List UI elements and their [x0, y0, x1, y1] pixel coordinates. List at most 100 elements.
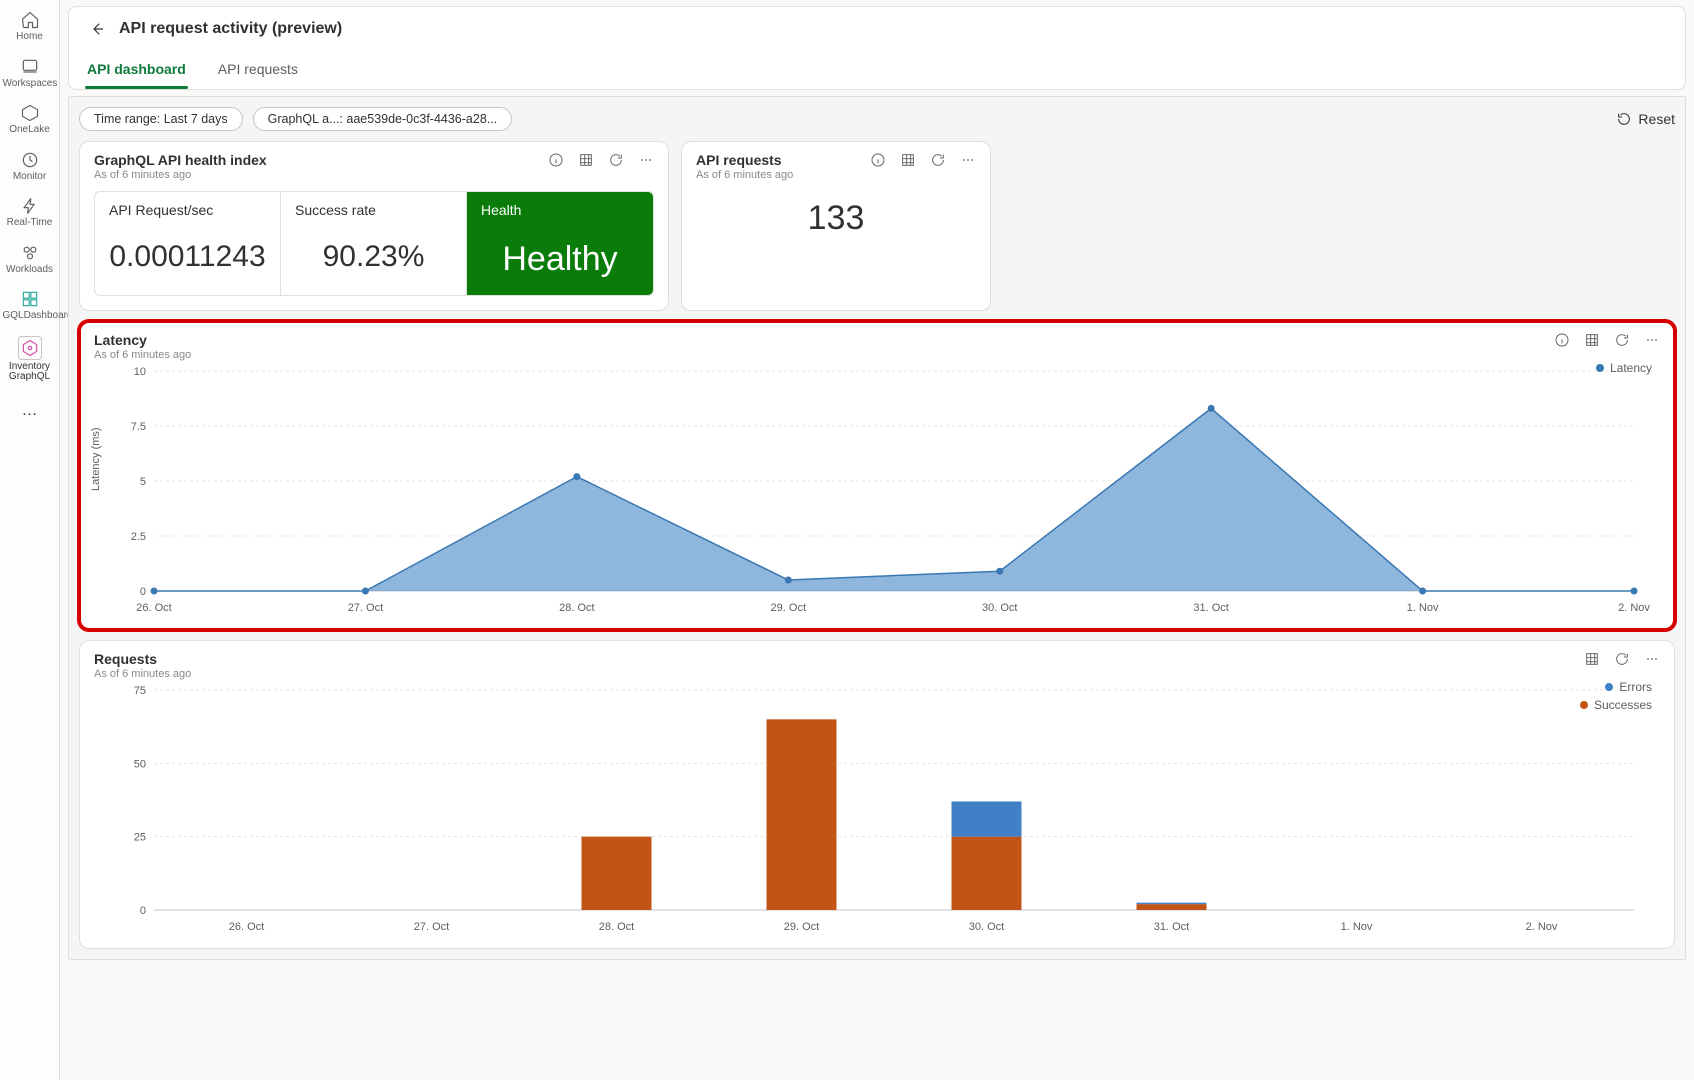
- svg-text:29. Oct: 29. Oct: [784, 921, 819, 933]
- nav-inventory-graphql-label: Inventory GraphQL: [3, 362, 57, 383]
- nav-gqldashboard-label: GQLDashboard: [3, 311, 57, 322]
- requests-legend: Errors Successes: [1580, 680, 1652, 716]
- svg-text:27. Oct: 27. Oct: [348, 602, 383, 614]
- card-api-requests-subtitle: As of 6 minutes ago: [696, 169, 793, 181]
- table-icon[interactable]: [900, 152, 916, 168]
- requests-subtitle: As of 6 minutes ago: [94, 668, 191, 680]
- svg-text:50: 50: [134, 758, 146, 770]
- nav-onelake[interactable]: OneLake: [0, 99, 59, 140]
- nav-workloads-label: Workloads: [6, 265, 53, 276]
- header-tabs: API dashboard API requests: [85, 51, 1669, 89]
- workspaces-icon: [20, 57, 40, 77]
- onelake-icon: [20, 103, 40, 123]
- requests-legend-successes: Successes: [1594, 698, 1652, 712]
- more-icon[interactable]: [960, 152, 976, 168]
- svg-text:28. Oct: 28. Oct: [599, 921, 634, 933]
- page-header: API request activity (preview) API dashb…: [68, 6, 1686, 90]
- arrow-left-icon: [88, 20, 106, 38]
- inventory-graphql-icon: [20, 338, 40, 358]
- card-health-index: GraphQL API health index As of 6 minutes…: [79, 141, 669, 311]
- svg-text:75: 75: [134, 685, 146, 697]
- svg-text:30. Oct: 30. Oct: [969, 921, 1004, 933]
- nav-realtime[interactable]: Real-Time: [0, 192, 59, 233]
- svg-text:25: 25: [134, 832, 146, 844]
- kpi-success-rate: Success rate 90.23%: [281, 192, 467, 295]
- svg-text:26. Oct: 26. Oct: [136, 602, 171, 614]
- nav-workspaces-label: Workspaces: [3, 79, 57, 90]
- kpi-success-value: 90.23%: [295, 240, 452, 274]
- kpi-req-sec: API Request/sec 0.00011243: [95, 192, 281, 295]
- tab-api-requests[interactable]: API requests: [216, 51, 300, 89]
- filter-graphql-app[interactable]: GraphQL a...: aae539de-0c3f-4436-a28...: [253, 107, 513, 131]
- filter-time-range[interactable]: Time range: Last 7 days: [79, 107, 243, 131]
- kpi-health-label: Health: [481, 202, 639, 218]
- info-icon[interactable]: [870, 152, 886, 168]
- card-requests-chart: Requests As of 6 minutes ago Errors Succ…: [79, 640, 1675, 949]
- latency-chart-wrap: Latency Latency (ms) 02.557.51026. Oct27…: [94, 361, 1660, 621]
- svg-text:7.5: 7.5: [131, 421, 146, 433]
- svg-text:0: 0: [140, 586, 146, 598]
- nav-inventory-graphql[interactable]: Inventory GraphQL: [0, 332, 59, 387]
- nav-home[interactable]: Home: [0, 6, 59, 47]
- card-health-subtitle: As of 6 minutes ago: [94, 169, 267, 181]
- svg-text:26. Oct: 26. Oct: [229, 921, 264, 933]
- nav-workspaces[interactable]: Workspaces: [0, 53, 59, 94]
- more-icon[interactable]: [1644, 651, 1660, 667]
- latency-ylabel: Latency (ms): [90, 427, 102, 491]
- workloads-icon: [20, 243, 40, 263]
- card-api-requests-title: API requests: [696, 152, 793, 168]
- kpi-health-value: Healthy: [481, 240, 639, 279]
- svg-text:29. Oct: 29. Oct: [771, 602, 806, 614]
- nav-home-label: Home: [16, 32, 43, 43]
- kpi-req-sec-label: API Request/sec: [109, 202, 266, 218]
- refresh-icon[interactable]: [608, 152, 624, 168]
- nav-more-label: …: [22, 403, 38, 420]
- tab-api-dashboard[interactable]: API dashboard: [85, 51, 188, 89]
- reset-label: Reset: [1638, 111, 1675, 127]
- nav-more[interactable]: …: [0, 393, 59, 424]
- card-latency-chart: Latency As of 6 minutes ago Latency Late…: [79, 321, 1675, 630]
- api-requests-value: 133: [696, 199, 976, 238]
- svg-text:2. Nov: 2. Nov: [1526, 921, 1558, 933]
- svg-text:27. Oct: 27. Oct: [414, 921, 449, 933]
- nav-gqldashboard[interactable]: GQLDashboard: [0, 285, 59, 326]
- refresh-icon[interactable]: [930, 152, 946, 168]
- nav-monitor-label: Monitor: [13, 172, 46, 183]
- latency-chart[interactable]: 02.557.51026. Oct27. Oct28. Oct29. Oct30…: [94, 361, 1654, 621]
- monitor-icon: [20, 150, 40, 170]
- refresh-icon[interactable]: [1614, 651, 1630, 667]
- svg-text:1. Nov: 1. Nov: [1407, 602, 1439, 614]
- nav-workloads[interactable]: Workloads: [0, 239, 59, 280]
- table-icon[interactable]: [578, 152, 594, 168]
- latency-legend: Latency: [1596, 361, 1652, 379]
- card-health-title: GraphQL API health index: [94, 152, 267, 168]
- latency-legend-label: Latency: [1610, 361, 1652, 375]
- kpi-req-sec-value: 0.00011243: [109, 240, 266, 274]
- table-icon[interactable]: [1584, 332, 1600, 348]
- table-icon[interactable]: [1584, 651, 1600, 667]
- nav-monitor[interactable]: Monitor: [0, 146, 59, 187]
- card-api-requests-toolbar: [870, 152, 976, 168]
- home-icon: [20, 10, 40, 30]
- content-scroll[interactable]: Time range: Last 7 days GraphQL a...: aa…: [60, 90, 1694, 1080]
- page-title: API request activity (preview): [119, 20, 342, 38]
- reset-button[interactable]: Reset: [1616, 111, 1675, 127]
- svg-text:0: 0: [140, 905, 146, 917]
- kpi-health: Health Healthy: [467, 192, 653, 295]
- refresh-icon[interactable]: [1614, 332, 1630, 348]
- info-icon[interactable]: [1554, 332, 1570, 348]
- requests-legend-errors: Errors: [1619, 680, 1652, 694]
- svg-text:2.5: 2.5: [131, 531, 146, 543]
- more-icon[interactable]: [638, 152, 654, 168]
- more-icon[interactable]: [1644, 332, 1660, 348]
- svg-text:2. Nov: 2. Nov: [1618, 602, 1650, 614]
- back-button[interactable]: [85, 17, 109, 41]
- svg-text:28. Oct: 28. Oct: [559, 602, 594, 614]
- nav-realtime-label: Real-Time: [7, 218, 53, 229]
- requests-chart[interactable]: 0 25 50 75 26. Oct 27. Oct 28. Oct 29. Oct 30. O…: [94, 680, 1654, 940]
- svg-text:30. Oct: 30. Oct: [982, 602, 1017, 614]
- requests-title: Requests: [94, 651, 191, 667]
- info-icon[interactable]: [548, 152, 564, 168]
- kpi-grid: API Request/sec 0.00011243 Success rate …: [94, 191, 654, 296]
- svg-text:1. Nov: 1. Nov: [1341, 921, 1373, 933]
